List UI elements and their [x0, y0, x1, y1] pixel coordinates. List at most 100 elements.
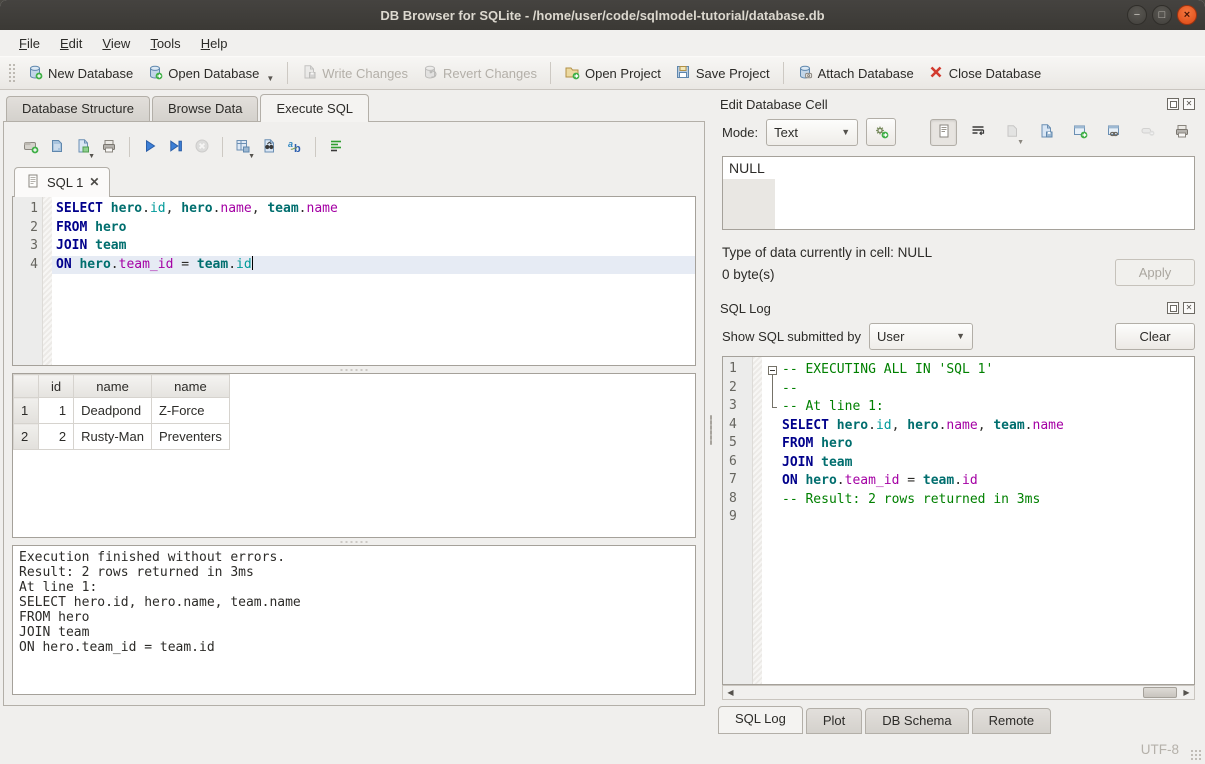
log-horizontal-scrollbar[interactable]: ◀ ▶ [722, 685, 1195, 700]
table-cell[interactable]: Z-Force [151, 398, 229, 424]
text-mode-button[interactable] [930, 119, 957, 146]
filter-label: Show SQL submitted by [722, 329, 861, 344]
line-number: 4 [15, 256, 38, 275]
open-project-button[interactable]: Open Project [557, 60, 668, 87]
column-header[interactable]: id [39, 375, 74, 398]
close-button[interactable]: × [1177, 5, 1197, 25]
print-sql-button[interactable] [96, 134, 122, 160]
cell-type-text: Type of data currently in cell: NULL [722, 242, 1115, 264]
tab-database-structure[interactable]: Database Structure [6, 96, 150, 121]
table-cell[interactable]: 2 [39, 424, 74, 450]
find-replace-button[interactable]: ab [282, 134, 308, 160]
table-cell[interactable]: Preventers [151, 424, 229, 450]
execute-current-line-button[interactable] [163, 134, 189, 160]
attach-database-button[interactable]: Attach Database [790, 60, 921, 87]
menu-item-view[interactable]: View [93, 33, 139, 54]
row-header[interactable]: 2 [14, 424, 39, 450]
dock-close-icon[interactable]: ✕ [1183, 302, 1195, 314]
editor-results-splitter[interactable] [12, 366, 696, 373]
open-sql-file-button[interactable] [44, 134, 70, 160]
apply-button[interactable]: Apply [1115, 259, 1195, 286]
sql-file-tab[interactable]: SQL 1 ✕ [14, 167, 110, 197]
resize-grip[interactable] [1190, 749, 1202, 761]
table-cell[interactable]: Deadpond [74, 398, 152, 424]
toolbar-separator [129, 137, 130, 157]
log-line: SELECT hero.id, hero.name, team.name [762, 417, 1194, 436]
sql-doc-icon [25, 173, 41, 192]
menu-item-help[interactable]: Help [192, 33, 237, 54]
dock-tab-remote[interactable]: Remote [972, 708, 1052, 734]
scroll-right-icon[interactable]: ▶ [1179, 686, 1194, 699]
file-save-icon [301, 64, 317, 83]
cell-value-editor[interactable]: NULL [722, 156, 1195, 230]
minimize-button[interactable]: − [1127, 5, 1147, 25]
log-line: JOIN team [762, 454, 1194, 473]
toolbar-separator [315, 137, 316, 157]
editor-line[interactable]: SELECT hero.id, hero.name, team.name [52, 200, 695, 219]
format-sql-button[interactable] [323, 134, 349, 160]
table-row[interactable]: 22Rusty-ManPreventers [14, 424, 230, 450]
open-database-button[interactable]: Open Database▼ [140, 60, 281, 87]
fold-marker [766, 380, 782, 399]
print-cell-button[interactable] [1168, 119, 1195, 146]
sql-editor[interactable]: 1234 SELECT hero.id, hero.name, team.nam… [12, 196, 696, 366]
editor-line[interactable]: ON hero.team_id = team.id [52, 256, 695, 275]
save-project-button[interactable]: Save Project [668, 60, 777, 87]
new-database-button[interactable]: New Database [20, 60, 140, 87]
scrollbar-thumb[interactable] [1143, 687, 1177, 698]
clear-button[interactable]: Clear [1115, 323, 1195, 350]
save-results-view-button[interactable]: ▼ [230, 134, 256, 160]
dock-float-icon[interactable] [1167, 98, 1179, 110]
panel-splitter[interactable] [708, 90, 714, 734]
menu-item-tools[interactable]: Tools [141, 33, 189, 54]
titlebar: DB Browser for SQLite - /home/user/code/… [0, 0, 1205, 30]
sql-log-view[interactable]: 123456789 -- EXECUTING ALL IN 'SQL 1'---… [722, 356, 1195, 685]
open-in-external-app-button[interactable] [1066, 119, 1093, 146]
table-cell[interactable]: Rusty-Man [74, 424, 152, 450]
column-header[interactable]: name [151, 375, 229, 398]
menu-item-edit[interactable]: Edit [51, 33, 91, 54]
copy-link-button[interactable] [1100, 119, 1127, 146]
editor-line[interactable]: FROM hero [52, 219, 695, 238]
row-header[interactable]: 1 [14, 398, 39, 424]
find-in-sql-button[interactable] [256, 134, 282, 160]
dock-tab-sql-log[interactable]: SQL Log [718, 706, 803, 734]
table-row[interactable]: 11DeadpondZ-Force [14, 398, 230, 424]
dock-tab-plot[interactable]: Plot [806, 708, 862, 734]
results-log-splitter[interactable] [12, 538, 696, 545]
auto-format-button[interactable] [866, 118, 896, 146]
cell-toolbar: ▼ [930, 119, 1195, 146]
column-header[interactable]: name [74, 375, 152, 398]
maximize-button[interactable]: □ [1152, 5, 1172, 25]
mode-select[interactable]: Text▼ [766, 119, 858, 146]
sql-tab-close-icon[interactable]: ✕ [89, 175, 99, 189]
cell-size-text: 0 byte(s) [722, 264, 1115, 286]
table-cell[interactable]: 1 [39, 398, 74, 424]
export-data-button[interactable] [1032, 119, 1059, 146]
red-x-icon [928, 64, 944, 83]
fold-marker [766, 454, 782, 473]
db-open-icon [147, 64, 163, 83]
execution-log[interactable]: Execution finished without errors. Resul… [12, 545, 696, 695]
execute-all-button[interactable] [137, 134, 163, 160]
log-line: FROM hero [762, 435, 1194, 454]
chevron-down-icon: ▼ [88, 153, 95, 160]
fold-marker[interactable] [766, 361, 782, 380]
tab-execute-sql[interactable]: Execute SQL [260, 94, 369, 122]
editor-line[interactable]: JOIN team [52, 237, 695, 256]
results-table[interactable]: idnamename11DeadpondZ-Force22Rusty-ManPr… [13, 374, 230, 450]
toolbar-drag-handle[interactable] [8, 63, 16, 83]
sql-log-title: SQL Log [720, 301, 1167, 316]
close-database-button[interactable]: Close Database [921, 60, 1049, 87]
word-wrap-button[interactable] [964, 119, 991, 146]
editor-code-area[interactable]: SELECT hero.id, hero.name, team.nameFROM… [52, 197, 695, 365]
dock-float-icon[interactable] [1167, 302, 1179, 314]
menu-item-file[interactable]: File [10, 33, 49, 54]
scroll-left-icon[interactable]: ◀ [723, 686, 738, 699]
dock-tab-db-schema[interactable]: DB Schema [865, 708, 968, 734]
filter-select[interactable]: User▼ [869, 323, 973, 350]
tab-browse-data[interactable]: Browse Data [152, 96, 258, 121]
save-sql-file-button[interactable]: ▼ [70, 134, 96, 160]
dock-close-icon[interactable]: ✕ [1183, 98, 1195, 110]
new-sql-tab-button[interactable] [18, 134, 44, 160]
